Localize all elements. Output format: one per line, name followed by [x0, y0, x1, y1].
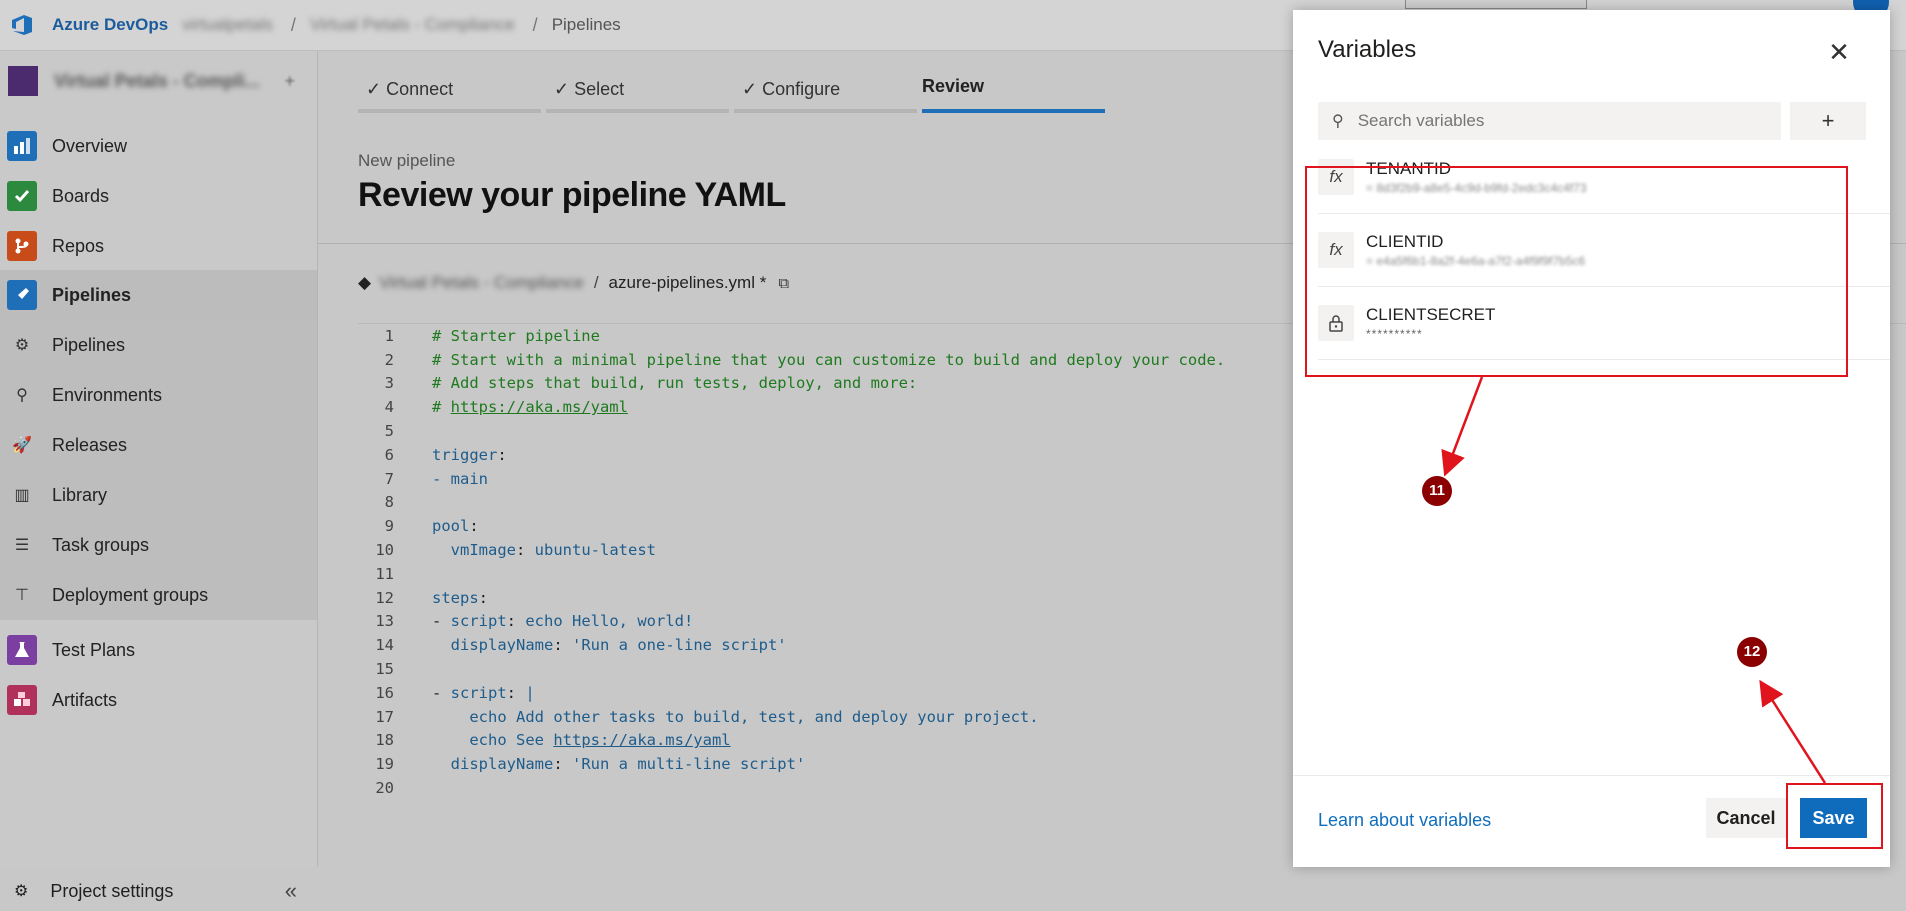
collapse-sidebar-icon[interactable]: « — [285, 878, 297, 904]
callout-12: 12 — [1737, 637, 1767, 667]
project-settings-label: Project settings — [50, 880, 174, 901]
gear-icon: ⚙ — [14, 883, 29, 900]
callout-11: 11 — [1422, 476, 1452, 506]
project-settings[interactable]: ⚙ Project settings « — [0, 871, 317, 911]
annotation-arrows — [1441, 376, 1827, 784]
